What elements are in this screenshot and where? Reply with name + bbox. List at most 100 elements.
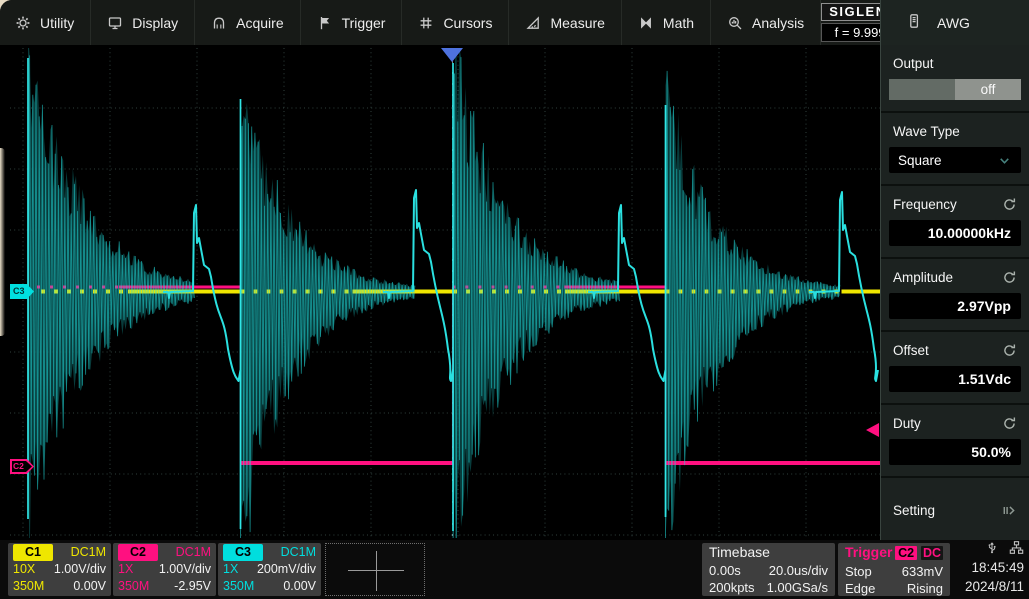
trigger-position-marker[interactable] [441, 48, 463, 62]
menu-label: Math [663, 15, 694, 31]
menu-measure[interactable]: Measure [509, 0, 621, 45]
channel-probe: 1X [118, 561, 133, 578]
bezel-reflection [0, 148, 5, 336]
empty-channel-slot[interactable] [325, 543, 425, 596]
timebase-box[interactable]: Timebase 0.00s20.0us/div 200kpts1.00GSa/… [702, 543, 835, 596]
output-section: Output off [881, 45, 1029, 113]
menu-utility[interactable]: Utility [0, 0, 91, 45]
timebase-rate: 1.00GSa/s [767, 579, 828, 597]
refresh-icon[interactable] [1002, 343, 1017, 358]
channel-c1-box[interactable]: C1 DC1M 10X 1.00V/div 350M 0.00V [8, 543, 111, 596]
refresh-icon[interactable] [1002, 197, 1017, 212]
channel-badge: C3 [223, 544, 263, 561]
menu-analysis[interactable]: Analysis [711, 0, 821, 45]
crosshair-icon [376, 551, 377, 591]
amplitude-label: Amplitude [893, 270, 953, 285]
cursors-icon [418, 15, 434, 31]
frequency-field[interactable]: 10.00000kHz [889, 220, 1021, 246]
wave-type-label: Wave Type [893, 124, 960, 139]
output-toggle-off-half: off [955, 79, 1021, 100]
wave-type-section: Wave Type Square [881, 113, 1029, 186]
menu-label: Utility [40, 15, 74, 31]
duty-label: Duty [893, 416, 921, 431]
offset-field[interactable]: 1.51Vdc [889, 366, 1021, 392]
channel3-position-marker[interactable]: C3 [10, 284, 34, 299]
output-toggle-on-half [889, 79, 955, 100]
awg-icon [906, 13, 922, 32]
channel-c2-box[interactable]: C2 DC1M 1X 1.00V/div 350M -2.95V [113, 543, 216, 596]
channel-scale: 1.00V/div [159, 561, 211, 578]
channel-badge: C1 [13, 544, 53, 561]
menu-list: Utility Display Acquire Trigger Cursors Measu… [0, 0, 821, 45]
channel-probe: 1X [223, 561, 238, 578]
refresh-icon[interactable] [1002, 270, 1017, 285]
frequency-section: Frequency 10.00000kHz [881, 186, 1029, 259]
channel-coupling: DC1M [281, 544, 316, 561]
waveform-svg [10, 48, 880, 538]
offset-section: Offset 1.51Vdc [881, 332, 1029, 405]
awg-sidebar: Output off Wave Type Square Frequency 10… [880, 45, 1029, 540]
duty-field[interactable]: 50.0% [889, 439, 1021, 465]
clock-date: 2024/8/11 [950, 577, 1024, 596]
timebase-title: Timebase [709, 544, 770, 562]
menu-label: Display [132, 15, 178, 31]
menu-math[interactable]: Math [622, 0, 711, 45]
menu-label: Cursors [443, 15, 492, 31]
trigger-box[interactable]: Trigger C2 DC Stop633mV EdgeRising [838, 543, 950, 596]
trigger-slope: Rising [907, 580, 943, 598]
channel-bandwidth: 350M [223, 578, 254, 595]
measure-icon [525, 15, 541, 31]
setting-section[interactable]: Setting [881, 478, 1029, 545]
timebase-delay: 0.00s [709, 562, 741, 580]
menu-cursors[interactable]: Cursors [402, 0, 509, 45]
setting-more-icon [1000, 503, 1017, 518]
channel-scale: 200mV/div [257, 561, 316, 578]
output-toggle[interactable]: off [889, 79, 1021, 100]
display-icon [107, 15, 123, 31]
duty-section: Duty 50.0% [881, 405, 1029, 478]
channel-coupling: DC1M [176, 544, 211, 561]
waveform-display [10, 48, 880, 538]
output-label: Output [893, 56, 934, 71]
menu-display[interactable]: Display [91, 0, 195, 45]
channel-coupling: DC1M [71, 544, 106, 561]
menu-label: Analysis [752, 15, 804, 31]
channel2-position-marker[interactable]: C2 [10, 459, 34, 474]
wave-type-select[interactable]: Square [889, 147, 1021, 173]
frequency-label: Frequency [893, 197, 957, 212]
refresh-icon[interactable] [1002, 416, 1017, 431]
channel-probe: 10X [13, 561, 35, 578]
awg-title: AWG [937, 15, 970, 31]
wave-type-value: Square [898, 153, 942, 168]
timebase-points: 200kpts [709, 579, 755, 597]
trigger-coupling-badge: DC [921, 546, 943, 560]
channel-offset-value: -2.95V [174, 578, 211, 595]
channel-badge: C2 [118, 544, 158, 561]
channel-c3-box[interactable]: C3DC1M1X200mV/div350M0.00V [218, 543, 321, 596]
menu-acquire[interactable]: Acquire [195, 0, 300, 45]
top-menu-bar: Utility Display Acquire Trigger Cursors Measu… [0, 0, 880, 45]
acquire-icon [211, 15, 227, 31]
math-icon [638, 15, 654, 31]
status-bar: C1 DC1M 10X 1.00V/div 350M 0.00V C2 DC1M 1X 1.00V… [0, 540, 1029, 599]
menu-trigger[interactable]: Trigger [301, 0, 403, 45]
clock-time: 18:45:49 [950, 558, 1024, 577]
channel-bandwidth: 350M [13, 578, 44, 595]
oscilloscope-screen: Utility Display Acquire Trigger Cursors Measu… [0, 0, 1029, 599]
trigger-level-marker[interactable] [866, 423, 879, 437]
trigger-title: Trigger [845, 544, 892, 563]
offset-label: Offset [893, 343, 929, 358]
chevron-down-icon [997, 153, 1012, 168]
menu-label: Measure [550, 15, 604, 31]
gear-icon [15, 15, 31, 31]
menu-label: Acquire [236, 15, 283, 31]
trigger-mode: Stop [845, 563, 872, 581]
channel-offset-value: 0.00V [73, 578, 106, 595]
channel-scale: 1.00V/div [54, 561, 106, 578]
awg-panel-header: AWG [880, 0, 1029, 45]
usb-icon [985, 540, 999, 560]
analysis-icon [727, 15, 743, 31]
setting-label: Setting [893, 503, 935, 518]
channel-bandwidth: 350M [118, 578, 149, 595]
amplitude-field[interactable]: 2.97Vpp [889, 293, 1021, 319]
